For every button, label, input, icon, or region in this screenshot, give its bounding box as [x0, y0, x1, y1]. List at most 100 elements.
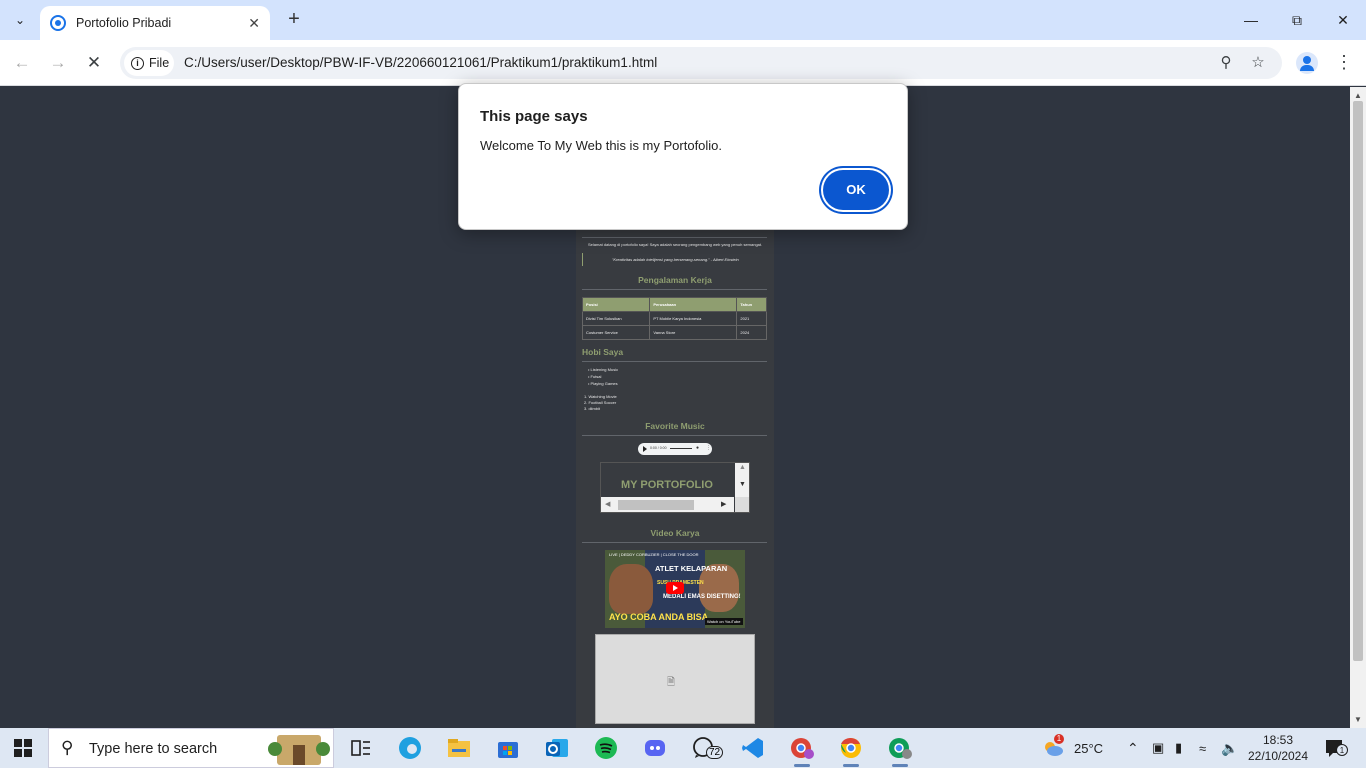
divider [582, 435, 767, 436]
video-title-line: MEDALI EMAS DISETTING! [663, 594, 741, 600]
tab-search-chevron-icon[interactable]: ⌄ [8, 8, 32, 32]
table-header: Tahun [736, 297, 767, 312]
watch-on-youtube[interactable]: Watch on YouTube [705, 618, 743, 625]
notification-center-icon[interactable]: 1 [1324, 728, 1348, 768]
audio-player[interactable]: 0:00 / 0:00 ● ⋮ [638, 443, 712, 455]
youtube-embed[interactable]: LIVE | DEDDY CORBUZIER | CLOSE THE DOOR … [605, 550, 745, 628]
table-cell: 2021 [736, 311, 767, 326]
list-item: • Listening Music [588, 367, 619, 372]
taskbar-clock[interactable]: 18:53 22/10/2024 [1246, 732, 1310, 764]
profile-avatar-icon[interactable] [1296, 52, 1318, 74]
forward-button[interactable]: → [45, 50, 71, 76]
restore-button[interactable]: ⧉ [1274, 0, 1320, 40]
chrome-app-icon[interactable] [887, 736, 913, 767]
volume-icon[interactable]: 🔈 [1221, 728, 1238, 768]
address-bar[interactable]: i File C:/Users/user/Desktop/PBW-IF-VB/2… [120, 47, 1282, 79]
table-header: Perusahaan [649, 297, 738, 312]
url-text[interactable]: C:/Users/user/Desktop/PBW-IF-VB/22066012… [184, 55, 657, 70]
weather-badge: 1 [1054, 734, 1064, 744]
info-icon: i [131, 56, 144, 70]
page-favicon-icon [50, 15, 66, 31]
table-row: Divisi Tim Solusikan PT Mobile Karya Ind… [581, 311, 767, 326]
table-cell: Vanna Store [649, 325, 738, 340]
scrollbar-corner [735, 497, 749, 512]
scroll-down-icon[interactable]: ▼ [739, 481, 746, 488]
divider [582, 542, 767, 543]
table-cell: 2024 [736, 325, 767, 340]
site-info-chip[interactable]: i File [124, 50, 174, 76]
notification-badge: 1 [1336, 744, 1348, 756]
quote-text: "Kreativitas adalah intelijensi yang ber… [612, 257, 739, 262]
microsoft-store-icon[interactable] [495, 736, 521, 760]
whatsapp-icon[interactable]: 72 [691, 736, 724, 760]
table-header-row: Posisi Perusahaan Tahun [581, 297, 767, 312]
show-hidden-icons[interactable]: ⌃ [1127, 728, 1139, 768]
spotify-icon[interactable] [593, 736, 619, 760]
wifi-icon[interactable]: ≈ [1199, 728, 1206, 768]
scroll-down-icon[interactable]: ▼ [1354, 715, 1362, 724]
divider [582, 237, 767, 238]
volume-icon[interactable]: ● [696, 445, 699, 451]
windows-start-icon[interactable] [14, 739, 32, 757]
battery-icon[interactable]: ▮ [1175, 728, 1182, 768]
browser-toolbar: ← → ✕ i File C:/Users/user/Desktop/PBW-I… [0, 40, 1366, 86]
audio-progress[interactable] [670, 448, 692, 449]
bookmark-star-icon[interactable]: ☆ [1248, 53, 1268, 73]
table-header: Posisi [581, 297, 651, 312]
minimize-button[interactable]: — [1228, 0, 1274, 40]
iframe-horizontal-scrollbar[interactable]: ◀ ▶ [601, 497, 734, 512]
hobby-heading: Hobi Saya [582, 347, 624, 357]
video-bottom-text: AYO COBA ANDA BISA [609, 612, 709, 622]
chrome-profile-icon[interactable] [789, 736, 815, 767]
tab-strip: ⌄ Portofolio Pribadi ✕ + — ⧉ ✕ [0, 0, 1366, 40]
divider [582, 289, 767, 290]
ok-button[interactable]: OK [823, 170, 889, 210]
embed-placeholder[interactable]: 🗎 [595, 634, 755, 724]
scrollbar-thumb[interactable] [1353, 101, 1363, 661]
discord-icon[interactable] [642, 736, 668, 760]
iframe-title: MY PORTOFOLIO [621, 479, 713, 491]
divider [582, 361, 767, 362]
scroll-left-icon[interactable]: ◀ [605, 500, 610, 508]
scroll-up-icon[interactable]: ▲ [1354, 91, 1362, 100]
play-icon[interactable] [643, 446, 647, 452]
outlook-icon[interactable] [544, 736, 570, 760]
weather-widget[interactable]: 1 25°C [1040, 728, 1103, 768]
file-explorer-icon[interactable] [446, 736, 472, 760]
browser-menu-icon[interactable]: ⋮ [1335, 52, 1353, 74]
chrome-icon[interactable] [838, 736, 864, 767]
tab-title: Portofolio Pribadi [76, 16, 172, 30]
music-heading: Favorite Music [645, 421, 705, 431]
page-vertical-scrollbar[interactable]: ▲ ▼ [1350, 87, 1366, 728]
back-button[interactable]: ← [9, 50, 35, 76]
scroll-right-icon[interactable]: ▶ [721, 500, 726, 508]
clock-date: 22/10/2024 [1247, 749, 1309, 763]
clock-time: 18:53 [1262, 733, 1294, 747]
portfolio-iframe[interactable]: MY PORTOFOLIO ◀ ▶ ▲ ▼ [600, 462, 750, 513]
tab-close-icon[interactable]: ✕ [248, 15, 260, 32]
close-window-button[interactable]: ✕ [1320, 0, 1366, 40]
taskbar-search[interactable]: ⚲ Type here to search [48, 728, 334, 768]
tab-active[interactable]: Portofolio Pribadi ✕ [40, 6, 270, 40]
task-view-icon[interactable] [348, 736, 374, 760]
stop-loading-button[interactable]: ✕ [81, 50, 107, 76]
whatsapp-badge: 72 [706, 746, 724, 759]
iframe-vertical-scrollbar[interactable]: ▲ ▼ [735, 463, 749, 497]
list-item: • Playing Games [588, 381, 618, 386]
dialog-title: This page says [480, 108, 588, 125]
vscode-icon[interactable] [740, 736, 766, 760]
video-top-text: LIVE | DEDDY CORBUZIER | CLOSE THE DOOR [609, 552, 699, 557]
audio-more-icon[interactable]: ⋮ [706, 445, 711, 451]
list-item: 3. diimbit [584, 406, 601, 411]
meet-now-icon[interactable]: ▣ [1152, 728, 1164, 768]
new-tab-button[interactable]: + [282, 8, 306, 32]
scroll-up-icon[interactable]: ▲ [739, 464, 746, 471]
youtube-play-icon[interactable] [666, 582, 684, 594]
dialog-message: Welcome To My Web this is my Portofolio. [480, 138, 723, 153]
zoom-icon[interactable]: ⚲ [1216, 53, 1236, 73]
scrollbar-thumb[interactable] [618, 500, 694, 510]
file-chip-label: File [149, 56, 170, 70]
video-title-line: ATLET KELAPARAN [655, 564, 728, 573]
edge-icon[interactable] [397, 736, 423, 760]
weather-temp: 25°C [1074, 740, 1104, 756]
